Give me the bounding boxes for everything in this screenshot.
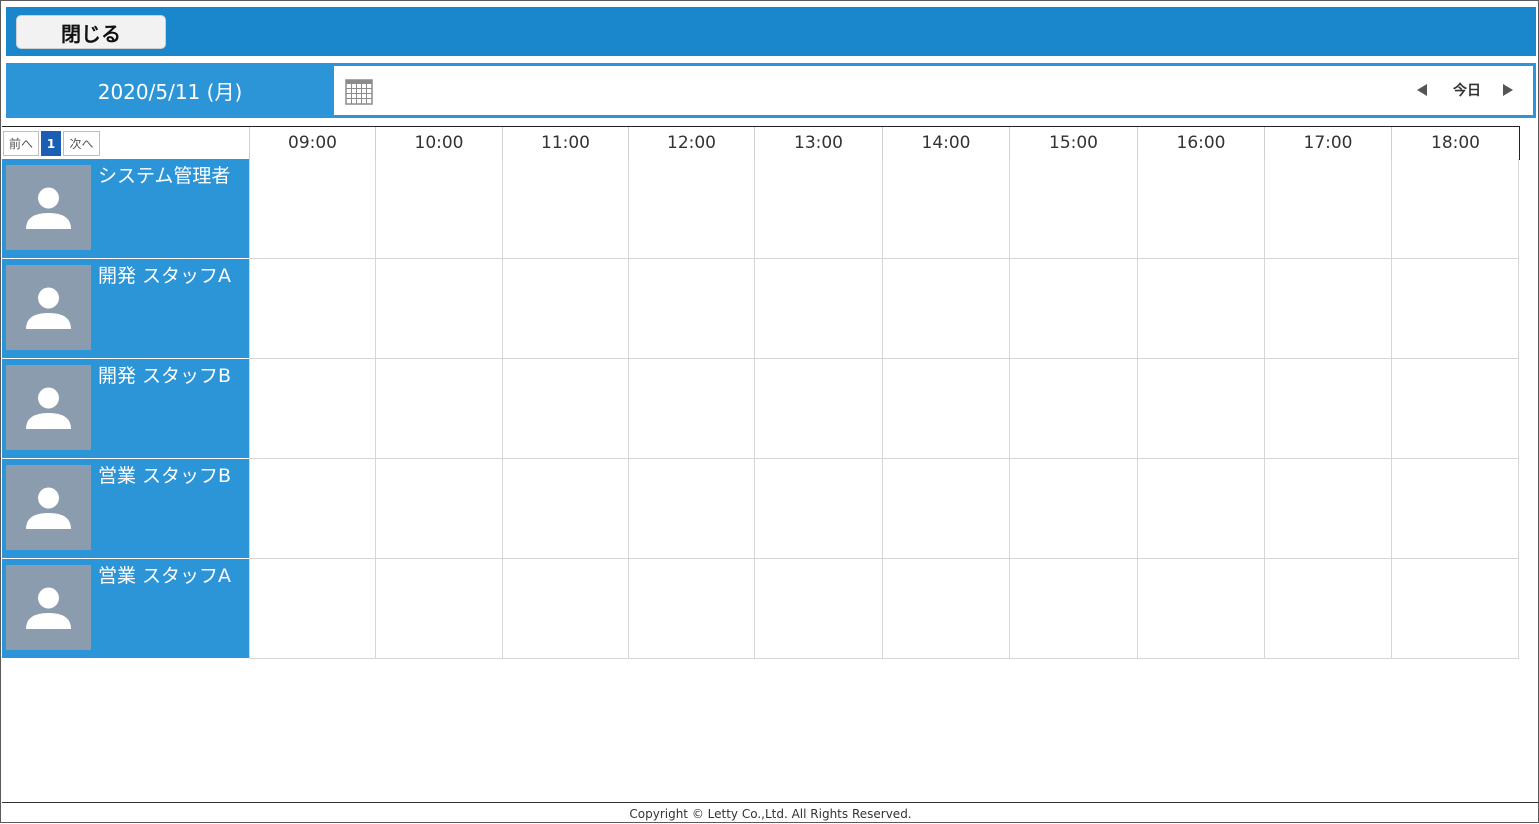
schedule-slot[interactable]	[1391, 559, 1519, 659]
hour-header: 12:00	[628, 127, 754, 159]
avatar-icon	[6, 465, 91, 550]
schedule-slot[interactable]	[502, 359, 628, 459]
schedule-slot[interactable]	[1009, 259, 1137, 359]
top-bar: 閉じる	[6, 7, 1536, 56]
schedule-slot[interactable]	[502, 559, 628, 659]
schedule-slot[interactable]	[1264, 159, 1391, 259]
staff-row: 開発 スタッフB	[2, 359, 1519, 459]
today-button[interactable]: 今日	[1446, 79, 1488, 101]
schedule-slot[interactable]	[628, 259, 754, 359]
staff-name: 開発 スタッフB	[98, 365, 232, 387]
schedule-slot[interactable]	[249, 459, 375, 559]
avatar-icon	[6, 165, 91, 250]
schedule-slot[interactable]	[1391, 359, 1519, 459]
schedule-slot[interactable]	[1137, 459, 1264, 559]
schedule-slot[interactable]	[1137, 159, 1264, 259]
staff-info: 営業 スタッフB	[2, 459, 249, 559]
staff-name: システム管理者	[98, 165, 231, 187]
triangle-left-icon[interactable]	[1414, 82, 1430, 98]
schedule-slot[interactable]	[754, 159, 882, 259]
hour-header: 11:00	[502, 127, 628, 159]
schedule-slot[interactable]	[249, 359, 375, 459]
schedule-slot[interactable]	[502, 459, 628, 559]
staff-info: システム管理者	[2, 159, 249, 259]
hour-header: 09:00	[249, 127, 375, 159]
footer-copyright: Copyright © Letty Co.,Ltd. All Rights Re…	[2, 802, 1539, 824]
staff-info: 開発 スタッフB	[2, 359, 249, 459]
schedule-slot[interactable]	[1137, 259, 1264, 359]
schedule-slot[interactable]	[1264, 259, 1391, 359]
hour-header: 13:00	[754, 127, 882, 159]
schedule-slot[interactable]	[502, 259, 628, 359]
schedule-slot[interactable]	[882, 559, 1009, 659]
avatar-icon	[6, 265, 91, 350]
schedule-slot[interactable]	[754, 359, 882, 459]
schedule-slot[interactable]	[1264, 359, 1391, 459]
schedule-slot[interactable]	[1391, 259, 1519, 359]
schedule-slot[interactable]	[882, 259, 1009, 359]
schedule-slot[interactable]	[1137, 359, 1264, 459]
close-button[interactable]: 閉じる	[16, 15, 166, 49]
schedule-slot[interactable]	[628, 459, 754, 559]
hour-header: 15:00	[1009, 127, 1137, 159]
schedule-slot[interactable]	[375, 459, 502, 559]
schedule-slot[interactable]	[1391, 159, 1519, 259]
schedule-slot[interactable]	[882, 159, 1009, 259]
hour-header: 17:00	[1264, 127, 1391, 159]
app-window: 閉じる 2020/5/11 (月) 今日 前へ 1 次へ 09:00 10:00…	[0, 0, 1539, 823]
schedule-slot[interactable]	[1264, 459, 1391, 559]
current-date: 2020/5/11 (月)	[97, 80, 243, 104]
avatar-icon	[6, 365, 91, 450]
staff-row: システム管理者	[2, 159, 1519, 259]
schedule-slot[interactable]	[1009, 559, 1137, 659]
date-bar: 2020/5/11 (月) 今日	[6, 63, 1536, 118]
schedule-slot[interactable]	[249, 159, 375, 259]
grid-right-border	[1518, 159, 1519, 659]
schedule-slot[interactable]	[375, 359, 502, 459]
schedule-slot[interactable]	[375, 559, 502, 659]
schedule-slot[interactable]	[882, 359, 1009, 459]
schedule-slot[interactable]	[1264, 559, 1391, 659]
schedule-slot[interactable]	[502, 159, 628, 259]
staff-row: 開発 スタッフA	[2, 259, 1519, 359]
calendar-icon[interactable]	[345, 78, 373, 105]
schedule-slot[interactable]	[1009, 359, 1137, 459]
staff-row: 営業 スタッフA	[2, 559, 1519, 659]
staff-info: 営業 スタッフA	[2, 559, 249, 659]
staff-row: 営業 スタッフB	[2, 459, 1519, 559]
schedule-slot[interactable]	[882, 459, 1009, 559]
hour-header: 18:00	[1391, 127, 1519, 159]
hour-header: 10:00	[375, 127, 502, 159]
timeline-header: 前へ 1 次へ 09:00 10:00 11:00 12:00 13:00 14:00 15…	[2, 126, 1520, 160]
schedule-slot[interactable]	[1009, 159, 1137, 259]
staff-name: 営業 スタッフB	[98, 465, 232, 487]
schedule-slot[interactable]	[1009, 459, 1137, 559]
pager-prev-button[interactable]: 前へ	[3, 131, 39, 156]
schedule-slot[interactable]	[375, 259, 502, 359]
schedule-slot[interactable]	[628, 559, 754, 659]
schedule-slot[interactable]	[754, 259, 882, 359]
schedule-slot[interactable]	[628, 159, 754, 259]
schedule-slot[interactable]	[249, 559, 375, 659]
schedule-slot[interactable]	[754, 459, 882, 559]
date-navigation-panel: 今日	[334, 66, 1533, 115]
hour-header: 16:00	[1137, 127, 1264, 159]
pager-page-1[interactable]: 1	[41, 131, 61, 156]
schedule-slot[interactable]	[754, 559, 882, 659]
schedule-slot[interactable]	[1391, 459, 1519, 559]
hour-header: 14:00	[882, 127, 1009, 159]
schedule-slot[interactable]	[628, 359, 754, 459]
staff-name: 開発 スタッフA	[98, 265, 232, 287]
schedule-slot[interactable]	[375, 159, 502, 259]
pager: 前へ 1 次へ	[3, 131, 100, 156]
triangle-right-icon[interactable]	[1500, 82, 1516, 98]
staff-name: 営業 スタッフA	[98, 565, 232, 587]
avatar-icon	[6, 565, 91, 650]
pager-next-button[interactable]: 次へ	[63, 131, 100, 156]
schedule-slot[interactable]	[1137, 559, 1264, 659]
schedule-slot[interactable]	[249, 259, 375, 359]
staff-info: 開発 スタッフA	[2, 259, 249, 359]
